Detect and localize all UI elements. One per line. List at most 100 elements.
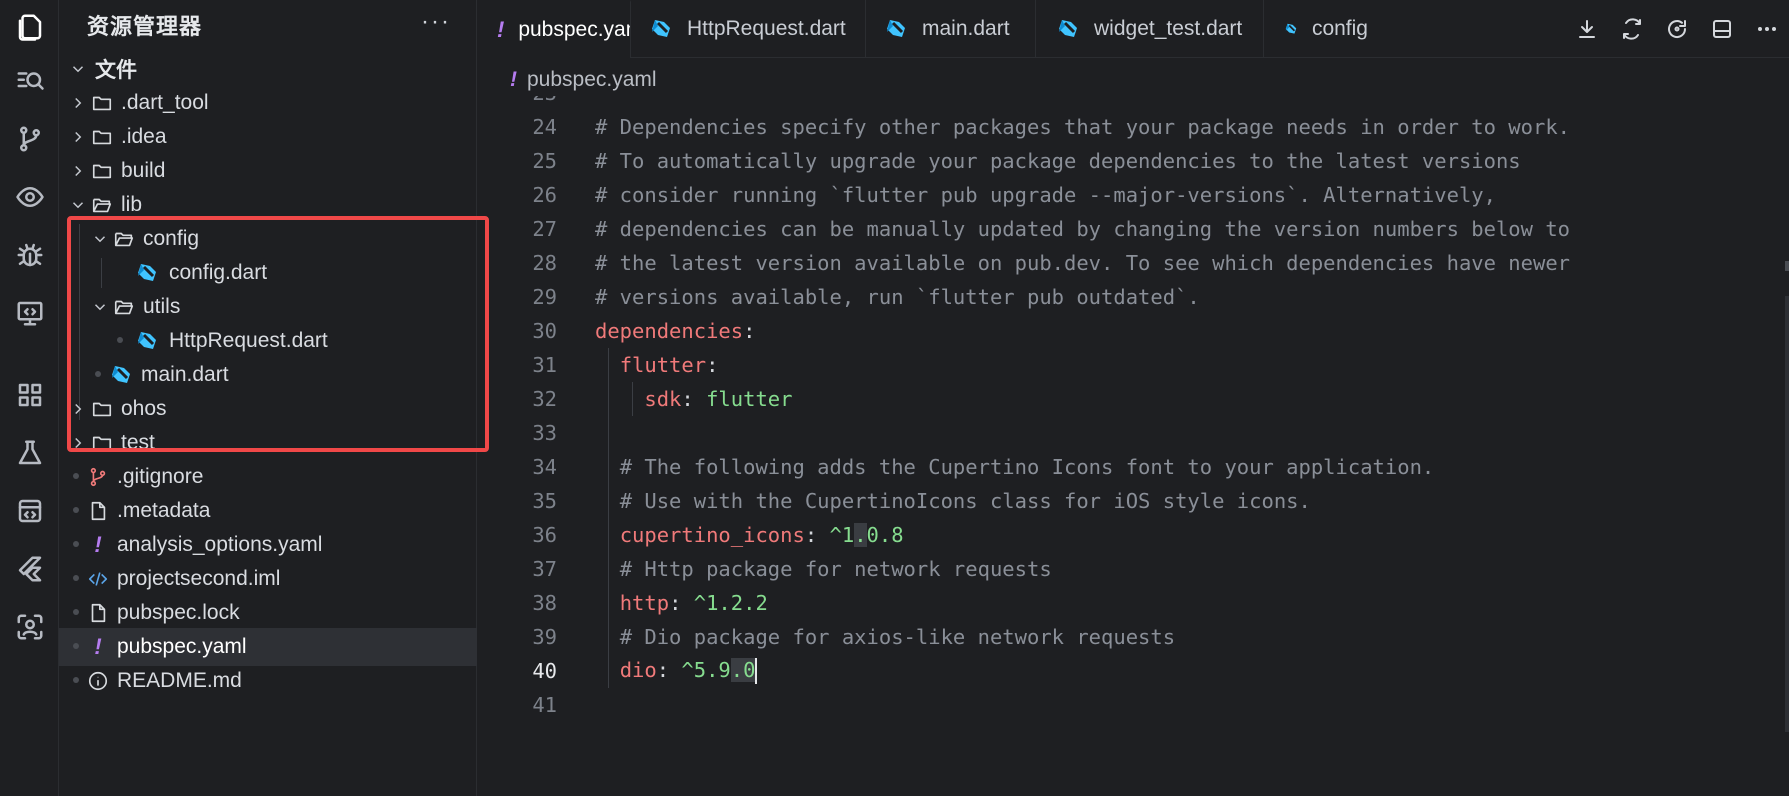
- code-line[interactable]: 30 dependencies:: [477, 314, 1789, 348]
- code-token: flutter: [706, 387, 793, 411]
- folder-icon: [92, 436, 112, 451]
- code-line[interactable]: 38 http: ^1.2.2: [477, 586, 1789, 620]
- refresh-icon[interactable]: [1654, 0, 1699, 58]
- code-line[interactable]: 35 # Use with the CupertinoIcons class f…: [477, 484, 1789, 518]
- code-token: # dependencies can be manually updated b…: [595, 217, 1571, 241]
- remote-display-icon[interactable]: [0, 286, 59, 340]
- tree-item-readme[interactable]: README.md: [59, 662, 477, 700]
- yaml-exclamation-icon: !: [510, 68, 517, 91]
- yaml-exclamation-icon: !: [497, 17, 505, 42]
- code-line[interactable]: 31 flutter:: [477, 348, 1789, 382]
- tree-item-metadata[interactable]: .metadata: [59, 492, 477, 530]
- debug-icon[interactable]: [0, 228, 59, 282]
- code-token: # Http package for network requests: [619, 557, 1052, 581]
- code-line[interactable]: 34 # The following adds the Cupertino Ic…: [477, 450, 1789, 484]
- code-line[interactable]: 40 dio: ^5.9.0: [477, 654, 1789, 688]
- explorer-icon[interactable]: [0, 0, 59, 54]
- tree-label: main.dart: [141, 363, 229, 386]
- breadcrumb-file[interactable]: pubspec.yaml: [527, 68, 657, 92]
- tab-httprequest-dart[interactable]: HttpRequest.dart: [631, 0, 866, 58]
- chevron-right-icon: [75, 165, 82, 177]
- code-line[interactable]: 28 # the latest version available on pub.…: [477, 246, 1789, 280]
- tree-item-gitignore[interactable]: .gitignore: [59, 458, 477, 496]
- tab-pubspec-yaml[interactable]: ! pubspec.yaml ✕: [477, 0, 631, 58]
- tree-item-dart-tool[interactable]: .dart_tool: [59, 84, 477, 122]
- code-token: # the latest version available on pub.de…: [595, 251, 1571, 275]
- code-line[interactable]: 23: [477, 96, 1789, 110]
- code-token: :: [706, 353, 719, 377]
- tree-item-config-folder[interactable]: config: [59, 220, 477, 258]
- scan-user-icon[interactable]: [0, 600, 59, 654]
- tree-item-main-dart[interactable]: main.dart: [59, 356, 477, 394]
- line-number: 28: [532, 251, 557, 275]
- code-text: dependencies:: [595, 319, 755, 343]
- scrollbar[interactable]: [1785, 296, 1789, 732]
- tab-main-dart[interactable]: main.dart: [866, 0, 1036, 58]
- code-token: # consider running `flutter pub upgrade …: [595, 183, 1496, 207]
- code-line[interactable]: 41: [477, 688, 1789, 722]
- code-line[interactable]: 26 # consider running `flutter pub upgrad…: [477, 178, 1789, 212]
- split-editor-icon[interactable]: [1699, 0, 1744, 58]
- code-line[interactable]: 27 # dependencies can be manually updated…: [477, 212, 1789, 246]
- tree-item-pubspec-lock[interactable]: pubspec.lock: [59, 594, 477, 632]
- tree-label: utils: [143, 295, 181, 318]
- eye-icon[interactable]: [0, 170, 59, 224]
- code-token: :: [656, 658, 682, 682]
- text-caret: [755, 658, 758, 684]
- tree-item-analysis-options[interactable]: ! analysis_options.yaml: [59, 526, 477, 564]
- folder-icon: [92, 130, 112, 145]
- tree-label: .metadata: [117, 499, 211, 522]
- more-icon[interactable]: [1744, 0, 1789, 58]
- tree-label: lib: [121, 193, 143, 216]
- sync-icon[interactable]: [1609, 0, 1654, 58]
- source-control-icon[interactable]: [0, 112, 59, 166]
- yaml-exclamation-icon: !: [94, 532, 102, 557]
- code-line[interactable]: 24 # Dependencies specify other packages …: [477, 110, 1789, 144]
- tree-item-lib[interactable]: lib: [59, 186, 477, 224]
- folder-icon: [92, 164, 112, 179]
- code-line[interactable]: 39 # Dio package for axios-like network …: [477, 620, 1789, 654]
- code-line[interactable]: 36 cupertino_icons: ^1.0.8: [477, 518, 1789, 552]
- code-token: # Dependencies specify other packages th…: [595, 115, 1571, 139]
- tree-item-test[interactable]: test: [59, 424, 477, 462]
- tab-widget-test-dart[interactable]: widget_test.dart: [1036, 0, 1264, 58]
- code-token: ^1: [829, 523, 855, 547]
- tree-item-projectsecond-iml[interactable]: projectsecond.iml: [59, 560, 477, 598]
- tree-label: .dart_tool: [121, 91, 209, 114]
- code-line[interactable]: 37 # Http package for network requests: [477, 552, 1789, 586]
- tree-item-httprequest-dart[interactable]: HttpRequest.dart: [59, 322, 477, 360]
- tree-item-config-dart[interactable]: config.dart: [59, 254, 477, 292]
- search-icon[interactable]: [0, 54, 59, 108]
- code-line[interactable]: 33: [477, 416, 1789, 450]
- line-number: 38: [532, 591, 557, 615]
- code-text: # Http package for network requests: [595, 557, 1052, 581]
- package-code-icon[interactable]: [0, 484, 59, 538]
- code-line[interactable]: 25 # To automatically upgrade your packag…: [477, 144, 1789, 178]
- extensions-icon[interactable]: [0, 368, 59, 422]
- flutter-icon[interactable]: [0, 542, 59, 596]
- testing-flask-icon[interactable]: [0, 426, 59, 480]
- download-icon[interactable]: [1564, 0, 1609, 58]
- code-line[interactable]: 29 # versions available, run `flutter pub…: [477, 280, 1789, 314]
- more-actions-icon[interactable]: ···: [421, 8, 451, 36]
- chevron-right-icon: [75, 97, 82, 109]
- tree-label: analysis_options.yaml: [117, 533, 323, 556]
- breadcrumb[interactable]: ! pubspec.yaml: [510, 64, 657, 96]
- tree-root-files[interactable]: 文件: [59, 50, 477, 88]
- chevron-right-icon: [75, 131, 82, 143]
- tab-config[interactable]: config: [1264, 0, 1368, 58]
- line-number: 34: [532, 455, 557, 479]
- tree-label: projectsecond.iml: [117, 567, 281, 590]
- tree-label: config: [143, 227, 200, 250]
- code-token: sdk: [644, 387, 682, 411]
- tree-item-pubspec-yaml[interactable]: ! pubspec.yaml: [59, 628, 477, 666]
- tree-item-utils-folder[interactable]: utils: [59, 288, 477, 326]
- code-editor[interactable]: 23 24 # Dependencies specify other package…: [477, 96, 1789, 796]
- tree-bullet: [73, 643, 79, 649]
- tree-item-ohos[interactable]: ohos: [59, 390, 477, 428]
- line-number: 36: [532, 523, 557, 547]
- line-number: 37: [532, 557, 557, 581]
- code-line[interactable]: 32 sdk: flutter: [477, 382, 1789, 416]
- tree-item-build[interactable]: build: [59, 152, 477, 190]
- tree-item-idea[interactable]: .idea: [59, 118, 477, 156]
